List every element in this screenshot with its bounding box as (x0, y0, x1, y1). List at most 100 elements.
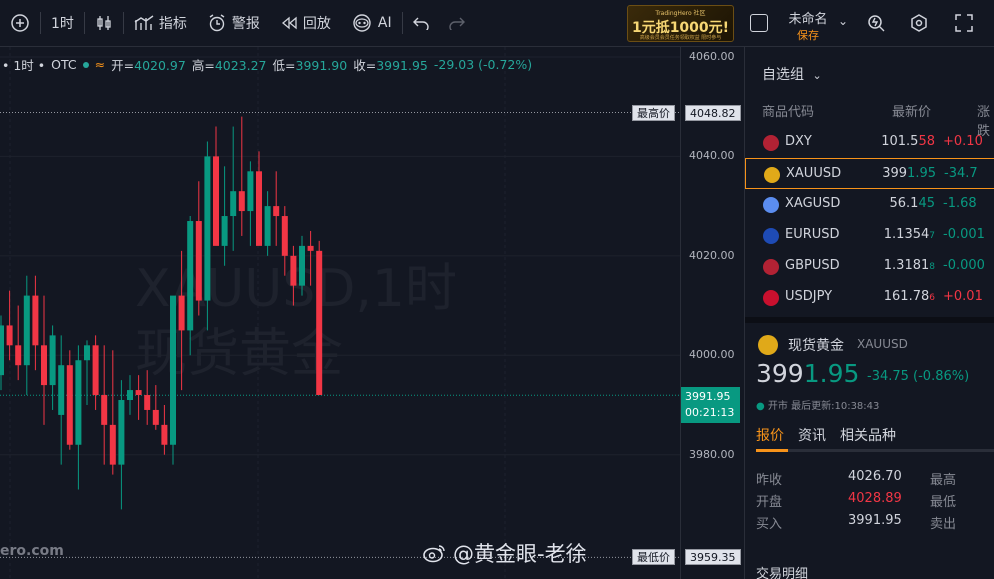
candle-body (299, 245, 305, 286)
legend-close: 收=3991.95 (353, 58, 428, 73)
silver-icon (763, 197, 779, 213)
candle-body (58, 365, 65, 415)
indicators-label: 指标 (158, 16, 187, 32)
detail-price: 3991.95 (756, 359, 860, 388)
tab-news[interactable]: 资讯 (798, 425, 826, 445)
chart-pane[interactable]: XAUUSD,1时 现货黄金 • 1时 • OTC ≈ 开=4020.97 高=… (0, 47, 680, 579)
detail-change: -34.75 (-0.86%) (867, 369, 970, 384)
chevron-down-icon[interactable]: ⌄ (838, 14, 848, 28)
top-toolbar: 1时 指标 警报 回放 AI TradingHero 社区 1元抵1000元! … (0, 0, 994, 47)
legend-exchange: OTC (51, 57, 77, 72)
legend-interval: • 1时 • (2, 58, 46, 73)
stat-label: 最高 (930, 473, 957, 488)
stat-label: 买入 (756, 517, 783, 532)
weibo-handle: @黄金眼-老徐 (453, 542, 587, 566)
quick-search-icon[interactable] (866, 13, 886, 33)
eu-flag-icon (763, 228, 779, 244)
row-change: +0.10 (943, 134, 983, 149)
col-symbol[interactable]: 商品代码 (762, 101, 814, 120)
gold-icon (764, 167, 780, 183)
watchlist-selector[interactable]: 自选组 ⌄ (762, 64, 822, 84)
price-tick: 4020.00 (689, 248, 735, 262)
bar-countdown: 00:21:13 (685, 406, 735, 420)
redo-icon (449, 17, 465, 30)
legend-change: -29.03 (-0.72%) (433, 57, 533, 72)
candle-body (238, 191, 245, 212)
alerts-button[interactable]: 警报 (197, 0, 270, 47)
row-last: 101.558 (881, 134, 935, 149)
watchlist-row[interactable]: XAGUSD 56.145 -1.68 (745, 189, 994, 220)
watchlist-row[interactable]: EURUSD 1.13547 -0.001 (745, 220, 994, 251)
row-symbol: XAUUSD (786, 166, 842, 181)
alarm-clock-icon (209, 14, 225, 32)
candle-body (264, 206, 271, 246)
ai-button[interactable]: AI (341, 0, 402, 47)
row-symbol: EURUSD (785, 227, 840, 242)
tab-quote[interactable]: 报价 (756, 425, 784, 445)
candle-body (316, 250, 323, 396)
layout-name-button[interactable]: 未命名 保存 (784, 8, 832, 43)
candle-body (247, 171, 254, 212)
interval-label: 1时 (51, 16, 74, 32)
candles-icon (97, 16, 111, 30)
replay-button[interactable]: 回放 (270, 0, 341, 47)
candle-body (290, 255, 297, 286)
candle-body (256, 171, 262, 246)
promo-banner[interactable]: TradingHero 社区 1元抵1000元! 高级会员会员任务领取权益 限时… (627, 5, 734, 42)
watchlist-row[interactable]: XAUUSD 3991.95 -34.7 (745, 158, 994, 189)
candle-body (127, 390, 133, 401)
price-tick: 4000.00 (689, 348, 735, 362)
ohlc-legend: • 1时 • OTC ≈ 开=4020.97 高=4023.27 低=3991.… (2, 55, 532, 74)
min-price-flag: 3959.35 (685, 549, 741, 566)
fullscreen-icon[interactable] (955, 14, 973, 32)
promo-subtext: 高级会员会员任务领取权益 限时参与 (639, 35, 722, 41)
jp-flag-icon (763, 290, 779, 306)
candle-body (15, 345, 22, 366)
candle-body (49, 335, 56, 386)
gold-coin-icon (758, 335, 778, 355)
wave-icon: ≈ (94, 57, 106, 72)
layout-toggle-button[interactable] (750, 14, 768, 32)
trades-title: 交易明细 (756, 567, 809, 579)
replay-label: 回放 (302, 16, 331, 32)
candle-body (118, 400, 125, 465)
redo-button[interactable] (439, 0, 475, 47)
min-price-label: 最低价 (632, 549, 675, 566)
candle-body (84, 345, 90, 361)
candlestick-chart[interactable] (0, 47, 680, 579)
stat-label: 开盘 (756, 495, 783, 510)
chart-type-button[interactable] (85, 0, 123, 47)
tab-related[interactable]: 相关品种 (840, 425, 896, 445)
row-last: 1.31818 (883, 258, 935, 273)
detail-tabs: 报价 资讯 相关品种 (756, 425, 896, 445)
current-price-flag: 3991.95 00:21:13 (681, 387, 740, 424)
row-change: -0.001 (943, 227, 985, 242)
indicators-button[interactable]: 指标 (124, 0, 197, 47)
us-flag-icon (763, 135, 779, 151)
watchlist-row[interactable]: USDJPY 161.786 +0.01 (745, 282, 994, 313)
watchlist-row[interactable]: DXY 101.558 +0.10 (745, 127, 994, 158)
col-last[interactable]: 最新价 (892, 101, 931, 120)
legend-open: 开=4020.97 (111, 58, 186, 73)
watchlist-row[interactable]: GBPUSD 1.31818 -0.000 (745, 251, 994, 282)
candle-body (230, 191, 237, 217)
settings-hexagon-icon[interactable] (909, 13, 929, 33)
current-price: 3991.95 (685, 390, 731, 404)
rewind-icon (281, 16, 297, 30)
row-last: 3991.95 (882, 166, 936, 181)
stat-value: 4028.89 (848, 491, 902, 506)
candle-body (195, 221, 202, 301)
tab-underline (756, 449, 994, 452)
symbol-detail: 现货黄金 XAUUSD 3991.95 -34.75 (-0.86%) ● 开市… (745, 317, 994, 579)
undo-icon (412, 17, 429, 30)
candle-body (92, 345, 99, 396)
legend-low: 低=3991.90 (272, 58, 348, 73)
candle-body (75, 360, 82, 445)
price-axis[interactable]: 4060.00 4040.00 4020.00 4000.00 3980.00 … (680, 47, 741, 579)
undo-button[interactable] (403, 0, 439, 47)
candle-body (6, 325, 13, 346)
add-symbol-button[interactable] (0, 0, 40, 47)
uk-flag-icon (763, 259, 779, 275)
candle-body (213, 156, 219, 246)
interval-button[interactable]: 1时 (41, 0, 84, 47)
